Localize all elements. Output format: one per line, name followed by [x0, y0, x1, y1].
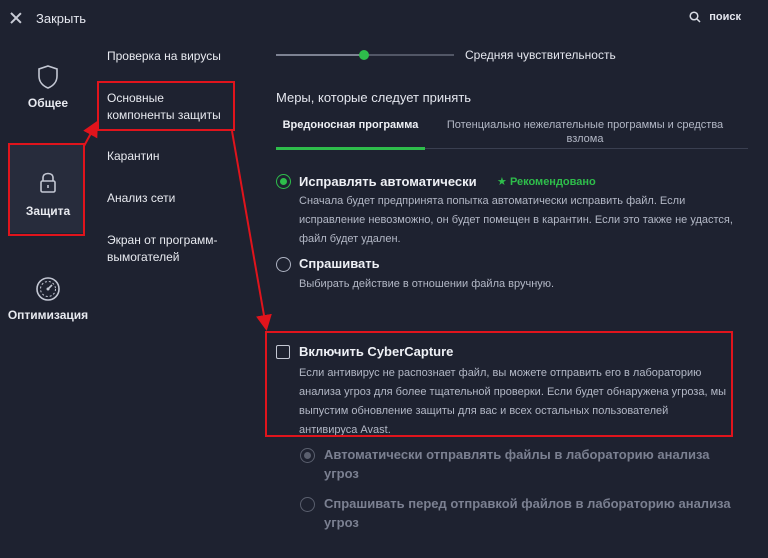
arrow-to-cybercapture [231, 130, 272, 331]
close-label: Закрыть [36, 10, 87, 26]
radio-auto-fix[interactable] [276, 174, 291, 189]
close-button[interactable]: Закрыть [10, 9, 86, 27]
subnav-item-network-inspector[interactable]: Анализ сети [107, 190, 175, 207]
tab-active-indicator [276, 147, 425, 150]
subnav-item-quarantine[interactable]: Карантин [107, 148, 159, 165]
tab-pup[interactable]: Потенциально нежелательные программы и с… [440, 118, 730, 146]
highlight-cybercapture [265, 331, 733, 437]
sensitivity-slider-fill [276, 54, 364, 56]
search-label: поиск [709, 11, 741, 23]
shield-icon [38, 65, 58, 89]
auto-fix-description: Сначала будет предпринята попытка автома… [299, 195, 733, 245]
auto-send-label: Автоматически отправлять файлы в лаборат… [324, 447, 710, 481]
radio-auto-send[interactable] [300, 448, 315, 463]
ask-before-send-label: Спрашивать перед отправкой файлов в лабо… [324, 496, 731, 530]
auto-fix-title: Исправлять автоматически [299, 174, 477, 189]
ask-title: Спрашивать [299, 256, 380, 271]
ask-description: Выбирать действие в отношении файла вруч… [299, 278, 555, 290]
sensitivity-slider-thumb[interactable] [359, 50, 369, 60]
close-icon [10, 12, 22, 24]
speedometer-icon [36, 277, 60, 301]
highlight-core-shields [97, 81, 235, 131]
search-icon [689, 11, 701, 23]
nav-item-optimization[interactable]: Оптимизация [0, 276, 96, 322]
star-icon: ★ [497, 176, 507, 188]
recommended-label: Рекомендовано [509, 176, 596, 188]
radio-ask[interactable] [276, 257, 291, 272]
sensitivity-label: Средняя чувствительность [465, 48, 616, 62]
subnav-item-virus-scan[interactable]: Проверка на вирусы [107, 48, 221, 65]
nav-label: Оптимизация [7, 308, 89, 322]
tab-malware[interactable]: Вредоносная программа [276, 118, 425, 132]
search-button[interactable]: поиск [689, 11, 741, 23]
nav-item-general[interactable]: Общее [0, 64, 96, 110]
measures-title: Меры, которые следует принять [276, 90, 472, 105]
nav-label: Общее [27, 96, 69, 110]
highlight-protection [8, 143, 85, 236]
recommended-badge: ★ Рекомендовано [497, 175, 596, 188]
radio-ask-before-send[interactable] [300, 497, 315, 512]
arrow-to-core-shields [83, 120, 98, 147]
subnav-item-ransomware-shield[interactable]: Экран от программ-вымогателей [107, 232, 237, 266]
